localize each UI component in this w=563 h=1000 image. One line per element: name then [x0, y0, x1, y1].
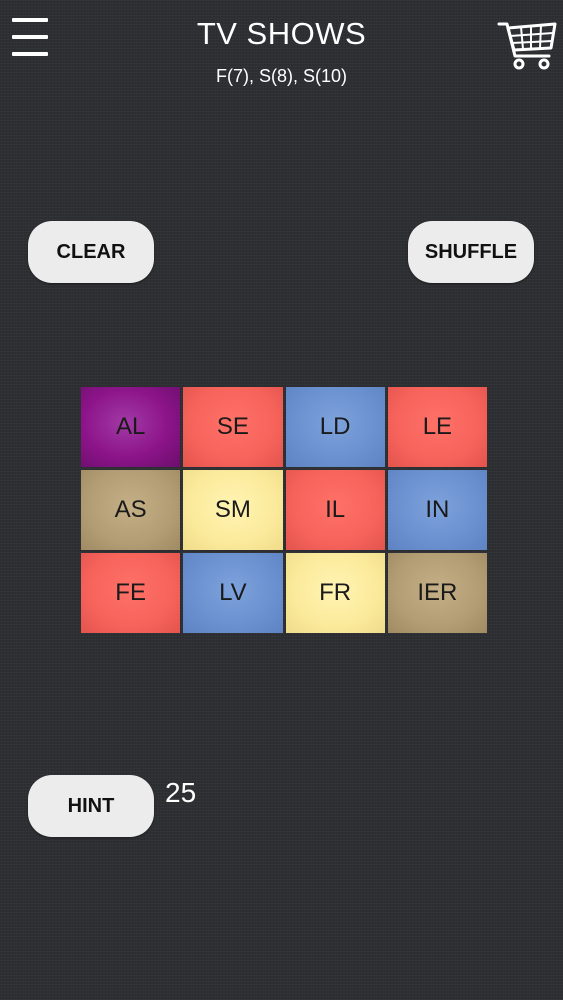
- letter-tile[interactable]: IER: [387, 553, 487, 633]
- letter-tile[interactable]: AL: [81, 387, 181, 467]
- letter-tile[interactable]: IL: [285, 470, 385, 550]
- hint-count: 25: [165, 777, 197, 808]
- letter-tile[interactable]: SM: [183, 470, 283, 550]
- page-title: TV SHOWS: [196, 16, 367, 51]
- letter-tile[interactable]: LE: [387, 387, 487, 467]
- word-length-hint: F(7), S(8), S(10): [215, 66, 348, 86]
- letter-tile[interactable]: FR: [285, 553, 385, 633]
- letter-tile[interactable]: IN: [387, 470, 487, 550]
- letter-tile[interactable]: FE: [81, 553, 181, 633]
- letter-tile[interactable]: LD: [285, 387, 385, 467]
- letter-tile[interactable]: SE: [183, 387, 283, 467]
- clear-button[interactable]: CLEAR: [28, 221, 154, 283]
- letter-tile[interactable]: AS: [81, 470, 181, 550]
- shopping-cart-icon[interactable]: [497, 10, 559, 72]
- letter-tile-grid: AL SE LD LE AS SM IL IN FE LV FR IER: [81, 387, 487, 633]
- letter-tile[interactable]: LV: [183, 553, 283, 633]
- hint-button[interactable]: HINT: [28, 775, 154, 837]
- shuffle-button[interactable]: SHUFFLE: [408, 221, 534, 283]
